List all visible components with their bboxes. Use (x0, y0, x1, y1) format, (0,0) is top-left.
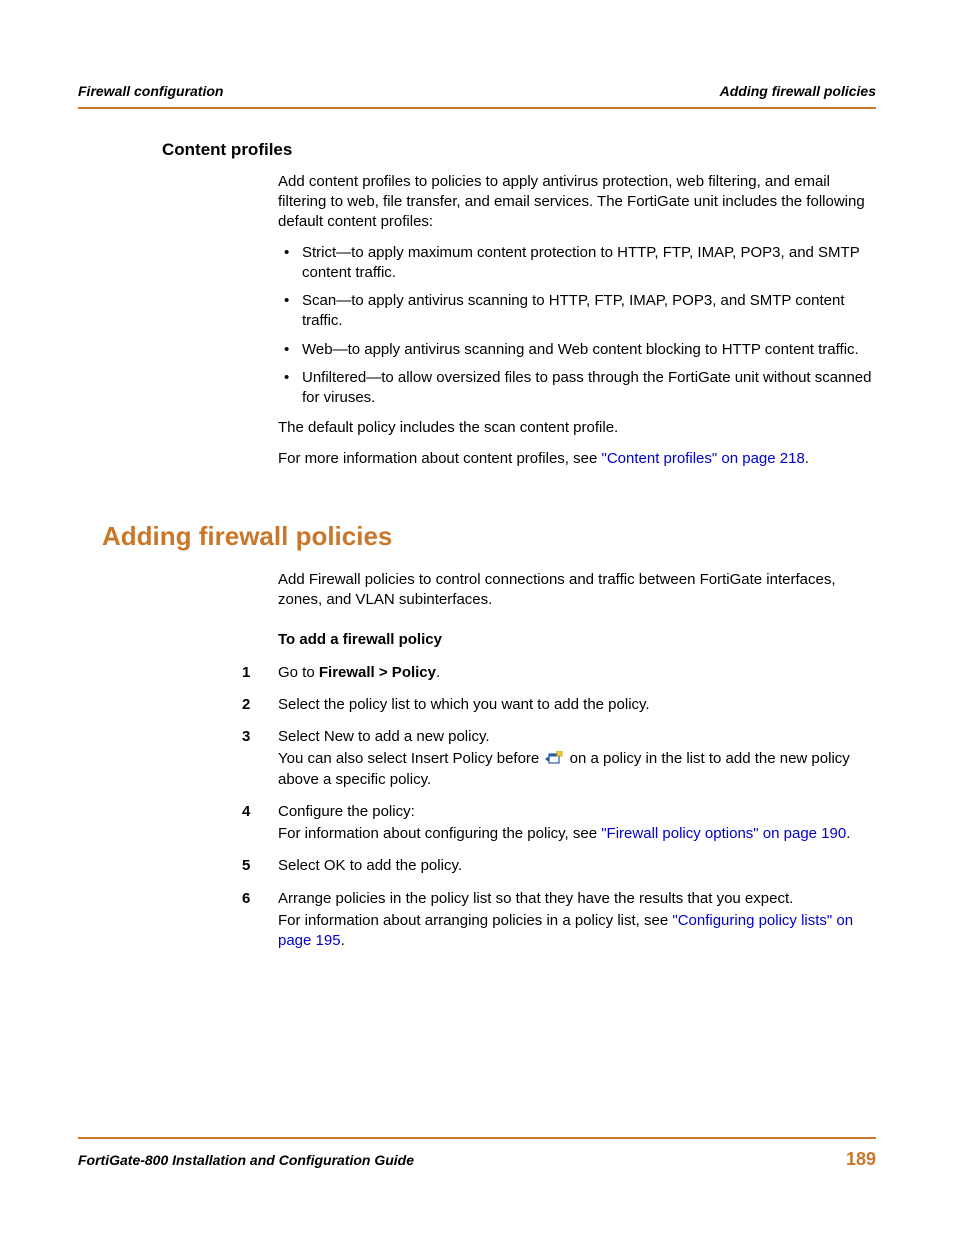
footer-rule (78, 1137, 876, 1139)
s3-b-pre: You can also select Insert Policy before (278, 750, 543, 767)
cp-intro: Add content profiles to policies to appl… (278, 172, 876, 233)
s3-a: Select New to add a new policy. (278, 727, 876, 747)
s1-a: Go to (278, 664, 319, 681)
header-right: Adding firewall policies (720, 82, 876, 101)
step-6: 6 Arrange policies in the policy list so… (278, 889, 876, 954)
step-number: 4 (242, 802, 268, 847)
step-body: Configure the policy: For information ab… (278, 802, 876, 847)
content-profiles-heading: Content profiles (162, 139, 876, 162)
step-body: Select the policy list to which you want… (278, 695, 876, 717)
step-number: 6 (242, 889, 268, 954)
step-number: 3 (242, 727, 268, 792)
cp-bullets: Strict—to apply maximum content protecti… (278, 243, 876, 409)
header-left: Firewall configuration (78, 82, 223, 101)
step-body: Select New to add a new policy. You can … (278, 727, 876, 792)
step-3: 3 Select New to add a new policy. You ca… (278, 727, 876, 792)
step-4: 4 Configure the policy: For information … (278, 802, 876, 847)
s4-a: Configure the policy: (278, 802, 876, 822)
cp-after1: The default policy includes the scan con… (278, 418, 876, 438)
s6-b-pre: For information about arranging policies… (278, 912, 672, 929)
step-number: 1 (242, 663, 268, 685)
step-body: Go to Firewall > Policy. (278, 663, 876, 685)
s5: Select OK to add the policy. (278, 856, 876, 876)
cp-bullet: Web—to apply antivirus scanning and Web … (278, 340, 876, 360)
s4-b-pre: For information about configuring the po… (278, 825, 601, 842)
s6-b-post: . (341, 932, 345, 949)
footer-left: FortiGate-800 Installation and Configura… (78, 1151, 414, 1170)
adding-firewall-policies-heading: Adding firewall policies (102, 519, 876, 554)
cp-after2-pre: For more information about content profi… (278, 450, 602, 467)
content-profiles-xref-link[interactable]: "Content profiles" on page 218 (602, 450, 805, 467)
s1-b: Firewall > Policy (319, 664, 436, 681)
page: Firewall configuration Adding firewall p… (0, 0, 954, 1235)
step-body: Select OK to add the policy. (278, 856, 876, 878)
step-body: Arrange policies in the policy list so t… (278, 889, 876, 954)
step-number: 2 (242, 695, 268, 717)
cp-bullet: Strict—to apply maximum content protecti… (278, 243, 876, 284)
step-number: 5 (242, 856, 268, 878)
s2: Select the policy list to which you want… (278, 695, 876, 715)
step-5: 5 Select OK to add the policy. (278, 856, 876, 878)
step-1: 1 Go to Firewall > Policy. (278, 663, 876, 685)
s6-a: Arrange policies in the policy list so t… (278, 889, 876, 909)
adding-intro: Add Firewall policies to control connect… (278, 570, 876, 611)
insert-policy-before-icon (545, 751, 563, 765)
firewall-policy-options-xref-link[interactable]: "Firewall policy options" on page 190 (601, 825, 846, 842)
cp-after2: For more information about content profi… (278, 449, 876, 469)
procedure-title: To add a firewall policy (278, 630, 876, 650)
cp-after2-post: . (805, 450, 809, 467)
cp-bullet: Scan—to apply antivirus scanning to HTTP… (278, 291, 876, 332)
cp-bullet: Unfiltered—to allow oversized files to p… (278, 368, 876, 409)
step-2: 2 Select the policy list to which you wa… (278, 695, 876, 717)
s4-b-post: . (846, 825, 850, 842)
header-rule (78, 107, 876, 109)
page-number: 189 (846, 1147, 876, 1171)
running-header: Firewall configuration Adding firewall p… (78, 82, 876, 101)
adding-block: Add Firewall policies to control connect… (278, 570, 876, 954)
s1-c: . (436, 664, 440, 681)
content-profiles-block: Add content profiles to policies to appl… (278, 172, 876, 469)
running-footer: FortiGate-800 Installation and Configura… (78, 1137, 876, 1171)
